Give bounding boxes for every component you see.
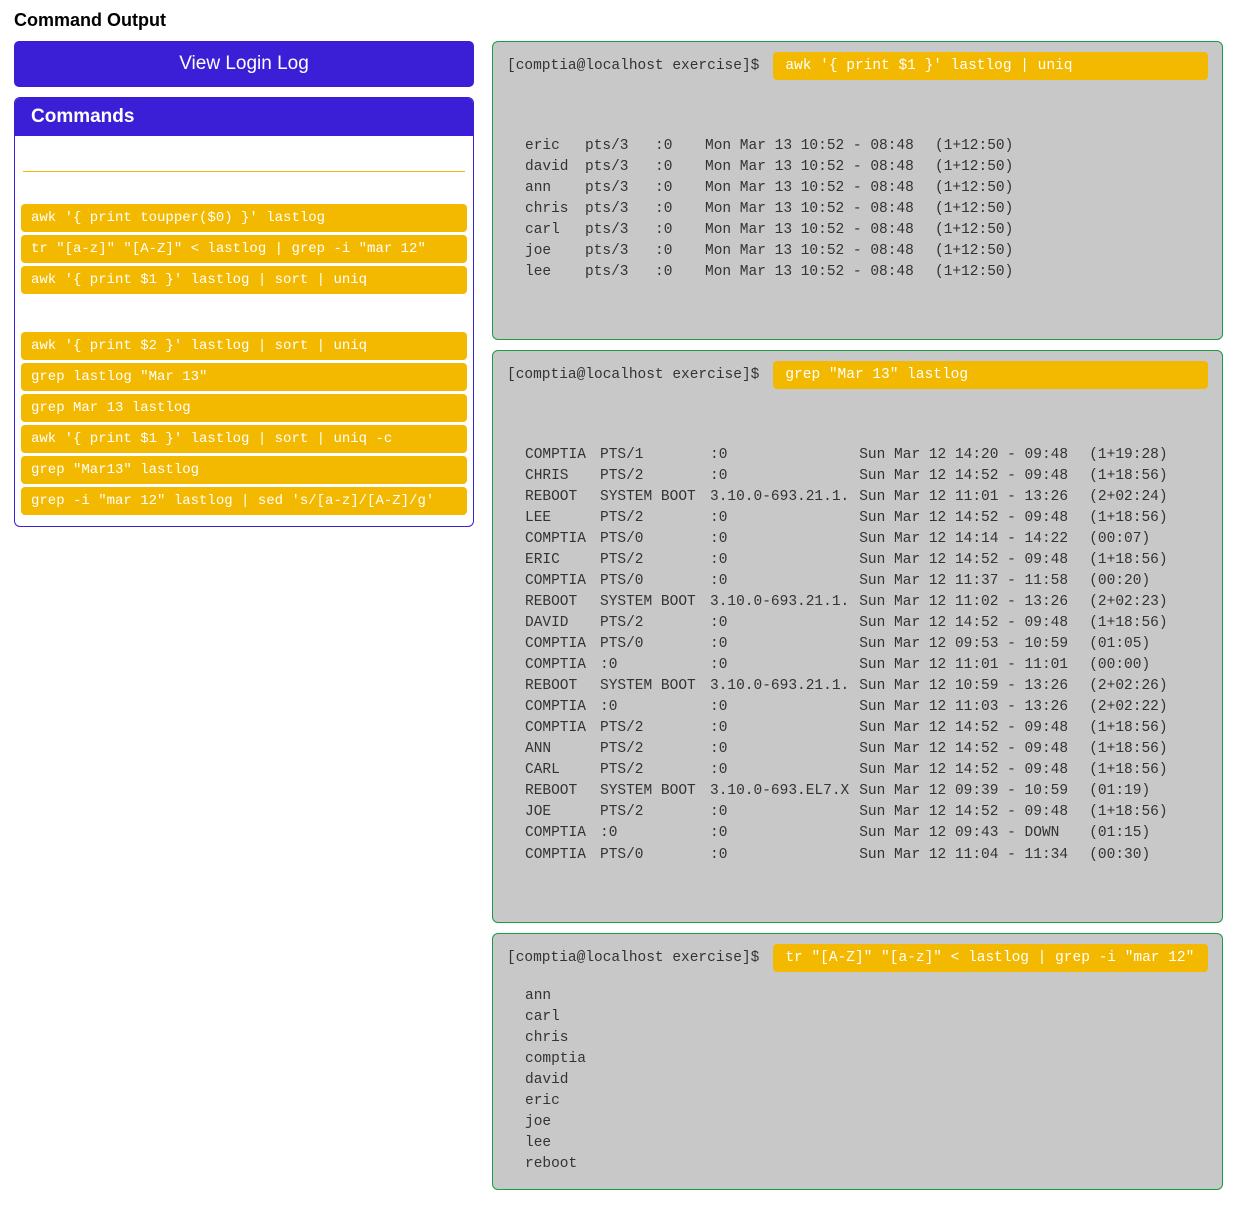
output-row: COMPTIAPTS/0:0Sun Mar 12 14:14 - 14:22(0… [525,529,1178,550]
terminal-block: [comptia@localhost exercise]$ grep "Mar … [492,350,1223,922]
view-login-log-button[interactable]: View Login Log [14,41,474,87]
output-row: REBOOTSYSTEM BOOT3.10.0-693.21.1.Sun Mar… [525,592,1178,613]
output-row: COMPTIA:0:0Sun Mar 12 09:43 - DOWN(01:15… [525,823,1178,844]
terminal-command-pill[interactable]: grep "Mar 13" lastlog [773,361,1208,389]
output-row: DAVIDPTS/2:0Sun Mar 12 14:52 - 09:48(1+1… [525,613,1178,634]
command-drop-slot[interactable] [23,298,465,326]
commands-panel: Commands awk '{ print toupper($0) }' las… [14,97,474,527]
output-row: COMPTIA:0:0Sun Mar 12 11:01 - 11:01(00:0… [525,655,1178,676]
output-row: REBOOTSYSTEM BOOT3.10.0-693.EL7.XSun Mar… [525,781,1178,802]
command-pill[interactable]: awk '{ print $1 }' lastlog | sort | uniq… [21,425,467,453]
output-row: REBOOTSYSTEM BOOT3.10.0-693.21.1.Sun Mar… [525,676,1178,697]
output-row: leepts/3:0Mon Mar 13 10:52 - 08:48(1+12:… [525,262,1023,283]
output-row: LEEPTS/2:0Sun Mar 12 14:52 - 09:48(1+18:… [525,508,1178,529]
terminal-output: ann carl chris comptia david eric joe le… [507,986,1208,1175]
command-pill[interactable]: tr "[a-z]" "[A-Z]" < lastlog | grep -i "… [21,235,467,263]
terminal-command-pill[interactable]: awk '{ print $1 }' lastlog | uniq [773,52,1208,80]
command-pill[interactable]: grep -i "mar 12" lastlog | sed 's/[a-z]/… [21,487,467,515]
command-drop-slot[interactable] [23,178,465,198]
output-row: COMPTIAPTS/0:0Sun Mar 12 11:37 - 11:58(0… [525,571,1178,592]
command-pill[interactable]: grep "Mar13" lastlog [21,456,467,484]
output-row: COMPTIAPTS/1:0Sun Mar 12 14:20 - 09:48(1… [525,445,1178,466]
output-row: COMPTIA:0:0Sun Mar 12 11:03 - 13:26(2+02… [525,697,1178,718]
output-row: chrispts/3:0Mon Mar 13 10:52 - 08:48(1+1… [525,199,1023,220]
output-row: CARLPTS/2:0Sun Mar 12 14:52 - 09:48(1+18… [525,760,1178,781]
command-pill[interactable]: awk '{ print $1 }' lastlog | sort | uniq [21,266,467,294]
commands-header: Commands [15,98,473,136]
terminal-output: COMPTIAPTS/1:0Sun Mar 12 14:20 - 09:48(1… [507,403,1208,907]
output-row: carlpts/3:0Mon Mar 13 10:52 - 08:48(1+12… [525,220,1023,241]
output-row: annpts/3:0Mon Mar 13 10:52 - 08:48(1+12:… [525,178,1023,199]
output-row: COMPTIAPTS/2:0Sun Mar 12 14:52 - 09:48(1… [525,718,1178,739]
output-row: JOEPTS/2:0Sun Mar 12 14:52 - 09:48(1+18:… [525,802,1178,823]
output-row: joepts/3:0Mon Mar 13 10:52 - 08:48(1+12:… [525,241,1023,262]
command-pill[interactable]: awk '{ print toupper($0) }' lastlog [21,204,467,232]
output-row: COMPTIAPTS/0:0Sun Mar 12 11:04 - 11:34(0… [525,845,1178,866]
output-row: ericpts/3:0Mon Mar 13 10:52 - 08:48(1+12… [525,136,1023,157]
output-row: REBOOTSYSTEM BOOT3.10.0-693.21.1.Sun Mar… [525,487,1178,508]
command-drop-slot[interactable] [23,144,465,172]
output-row: ERICPTS/2:0Sun Mar 12 14:52 - 09:48(1+18… [525,550,1178,571]
terminal-prompt: [comptia@localhost exercise]$ [507,58,759,74]
terminal-output: ericpts/3:0Mon Mar 13 10:52 - 08:48(1+12… [507,94,1208,325]
terminal-block: [comptia@localhost exercise]$ tr "[A-Z]"… [492,933,1223,1190]
command-pill[interactable]: grep Mar 13 lastlog [21,394,467,422]
output-row: ANNPTS/2:0Sun Mar 12 14:52 - 09:48(1+18:… [525,739,1178,760]
output-row: CHRISPTS/2:0Sun Mar 12 14:52 - 09:48(1+1… [525,466,1178,487]
command-pill[interactable]: grep lastlog "Mar 13" [21,363,467,391]
terminal-block: [comptia@localhost exercise]$ awk '{ pri… [492,41,1223,340]
output-row: davidpts/3:0Mon Mar 13 10:52 - 08:48(1+1… [525,157,1023,178]
terminal-prompt: [comptia@localhost exercise]$ [507,950,759,966]
terminal-prompt: [comptia@localhost exercise]$ [507,367,759,383]
command-pill[interactable]: awk '{ print $2 }' lastlog | sort | uniq [21,332,467,360]
page-title: Command Output [14,10,1223,31]
output-row: COMPTIAPTS/0:0Sun Mar 12 09:53 - 10:59(0… [525,634,1178,655]
terminal-command-pill[interactable]: tr "[A-Z]" "[a-z]" < lastlog | grep -i "… [773,944,1208,972]
